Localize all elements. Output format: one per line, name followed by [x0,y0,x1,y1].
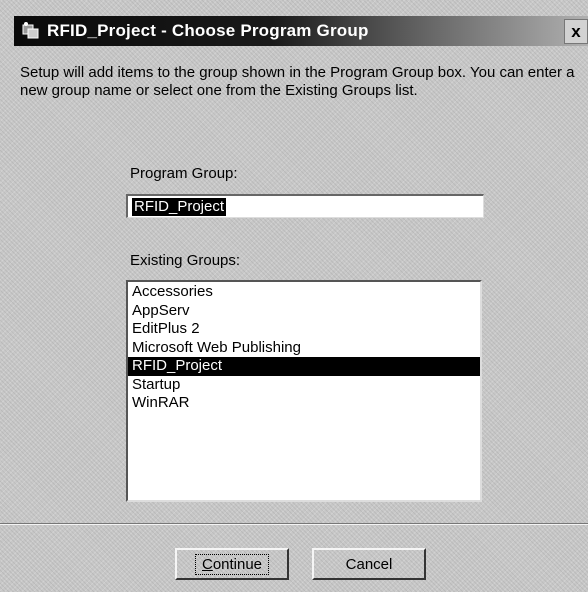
close-button[interactable]: x [564,19,588,44]
title-bar[interactable]: RFID_Project - Choose Program Group x [14,16,588,46]
continue-button-label: Continue [194,553,270,575]
list-item[interactable]: Microsoft Web Publishing [128,339,480,358]
setup-icon [20,20,42,42]
list-item-selected[interactable]: RFID_Project [128,357,480,376]
existing-groups-label-text: Existing Groups: [130,252,241,269]
window-title: RFID_Project - Choose Program Group [47,21,369,40]
cancel-button-label: Cancel [345,555,393,573]
existing-groups-label: Existing Groups: [130,252,240,269]
dialog-window: RFID_Project - Choose Program Group x Se… [0,0,588,592]
separator-line [0,523,588,525]
list-item[interactable]: AppServ [128,302,480,321]
continue-button[interactable]: Continue [175,548,289,580]
program-group-input[interactable]: RFID_Project [126,194,484,218]
list-item[interactable]: EditPlus 2 [128,320,480,339]
intro-text: Setup will add items to the group shown … [20,64,575,99]
list-item[interactable]: Startup [128,376,480,395]
list-item[interactable]: WinRAR [128,394,480,413]
program-group-label-text: Program Group: [130,165,238,182]
program-group-label: Program Group: [130,165,238,182]
existing-groups-list[interactable]: Accessories AppServ EditPlus 2 Microsoft… [126,280,482,502]
program-group-value[interactable]: RFID_Project [132,198,227,216]
list-item[interactable]: Accessories [128,283,480,302]
cancel-button[interactable]: Cancel [312,548,426,580]
